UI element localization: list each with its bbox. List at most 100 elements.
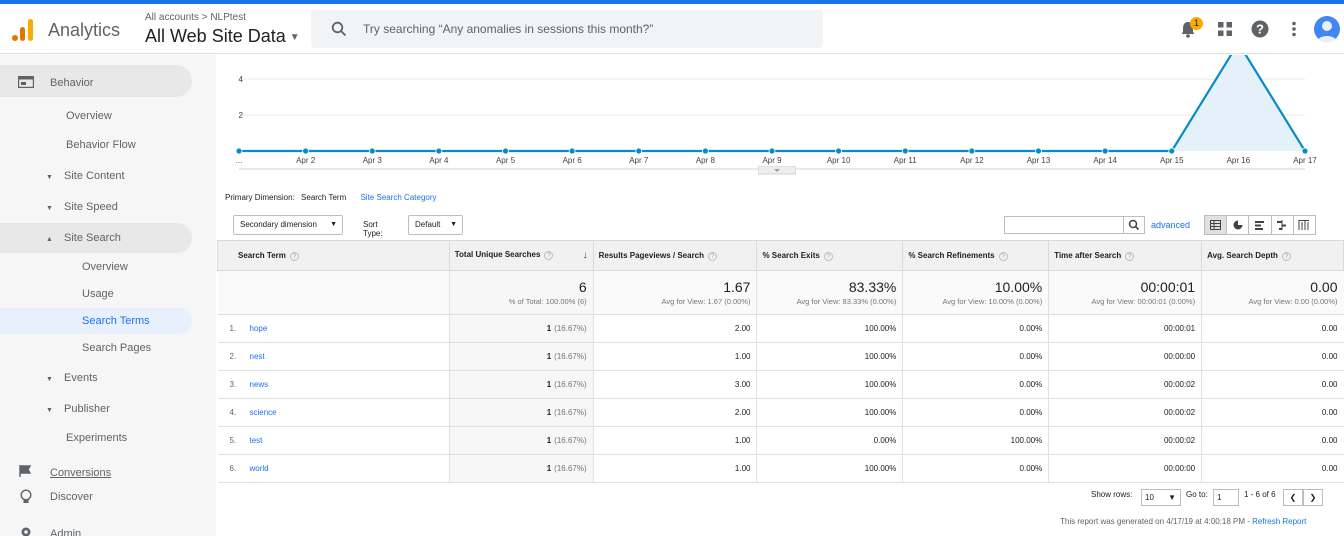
next-page-button[interactable]: ❯ (1303, 489, 1323, 506)
account-avatar[interactable] (1314, 16, 1340, 42)
row-number: 4. (229, 408, 237, 417)
results-pageviews-cell: 3.00 (592, 370, 757, 399)
col-search-refinements[interactable]: % Search Refinements? (902, 240, 1050, 271)
nav-site-speed[interactable]: ▼ Site Speed (46, 201, 118, 213)
help-icon[interactable]: ? (708, 251, 718, 261)
table-view-button[interactable] (1205, 216, 1228, 234)
totals-label-cell (217, 270, 450, 315)
search-refinements-cell: 0.00% (902, 398, 1049, 427)
apps-grid-icon[interactable] (1215, 19, 1235, 39)
show-rows-select[interactable]: 10 ▼ (1141, 489, 1181, 506)
col-results-pageviews-label: Results Pageviews / Search (598, 250, 705, 260)
help-icon[interactable]: ? (1125, 251, 1135, 261)
row-number: 1. (229, 324, 237, 333)
nav-publisher[interactable]: ▼ Publisher (46, 403, 110, 415)
nav-ss-overview[interactable]: Overview (82, 261, 128, 273)
search-input[interactable] (363, 20, 803, 38)
goto-page-input[interactable]: 1 (1213, 489, 1239, 506)
data-point (1101, 147, 1109, 155)
data-point (502, 147, 509, 155)
total-cell: 0.00 Avg for View: 0.00 (0.00%) (1201, 270, 1344, 315)
nav-behavior-flow[interactable]: Behavior Flow (66, 139, 136, 151)
table-filter-input[interactable] (1004, 216, 1124, 234)
col-results-pageviews[interactable]: Results Pageviews / Search? (592, 240, 758, 271)
nav-conversions[interactable]: Conversions (50, 467, 111, 479)
total-value: 83.33% (848, 279, 897, 295)
help-icon[interactable]: ? (1250, 19, 1270, 39)
gear-icon (21, 527, 31, 536)
nav-experiments[interactable]: Experiments (66, 432, 127, 444)
nav-site-search[interactable]: ▲ Site Search (46, 232, 121, 244)
analytics-logo-icon[interactable] (11, 17, 35, 41)
col-avg-search-depth[interactable]: Avg. Search Depth? (1201, 240, 1344, 271)
prev-page-button[interactable]: ❮ (1283, 489, 1303, 506)
search-term-cell: 6. world (217, 454, 450, 483)
table-filter-button[interactable] (1123, 216, 1145, 234)
sort-type-dropdown[interactable]: Default ▼ (408, 215, 463, 235)
nav-admin[interactable]: Admin (50, 528, 81, 536)
total-cell: 83.33% Avg for View: 83.33% (0.00%) (756, 270, 903, 315)
dropdown-arrow-icon: ▼ (450, 221, 457, 228)
refresh-report-link[interactable]: Refresh Report (1252, 517, 1306, 526)
nav-discover[interactable]: Discover (50, 491, 93, 503)
search-term-link[interactable]: nest (250, 352, 265, 361)
comparison-icon (1277, 220, 1287, 230)
search-exits-cell: 100.00% (756, 398, 903, 427)
col-search-exits[interactable]: % Search Exits? (756, 240, 904, 271)
x-tick-label: Apr 4 (429, 156, 449, 165)
more-vert-icon[interactable] (1284, 19, 1304, 39)
search-bar[interactable] (311, 10, 823, 48)
col-time-after-search[interactable]: Time after Search? (1048, 240, 1203, 271)
search-exits-cell: 0.00% (756, 426, 903, 455)
account-breadcrumb[interactable]: All accounts > NLPtest (145, 12, 246, 23)
search-term-link[interactable]: news (250, 380, 269, 389)
chart-resize-handle[interactable] (758, 166, 796, 175)
search-icon (331, 21, 347, 37)
nav-ss-search-pages[interactable]: Search Pages (82, 342, 151, 354)
search-term-link[interactable]: hope (250, 324, 268, 333)
pivot-view-button[interactable] (1294, 216, 1315, 234)
secondary-dimension-dropdown[interactable]: Secondary dimension ▼ (233, 215, 343, 235)
total-subtext: Avg for View: 1.67 (0.00%) (661, 297, 751, 306)
help-icon[interactable]: ? (823, 251, 833, 261)
x-tick-label: ... (236, 156, 243, 165)
search-term-link[interactable]: science (250, 408, 277, 417)
show-rows-value: 10 (1145, 493, 1154, 502)
dropdown-arrow-icon: ▼ (1168, 493, 1176, 502)
help-icon[interactable]: ? (1281, 251, 1291, 261)
help-icon[interactable]: ? (998, 251, 1008, 261)
page-range: 1 - 6 of 6 (1244, 490, 1276, 499)
search-term-link[interactable]: test (250, 436, 263, 445)
search-refinements-cell: 0.00% (902, 314, 1049, 343)
nav-events[interactable]: ▼ Events (46, 372, 98, 384)
nav-events-label: Events (64, 372, 98, 384)
col-search-term[interactable]: Search Term? (217, 240, 450, 271)
help-icon[interactable]: ? (289, 251, 299, 261)
performance-view-button[interactable] (1249, 216, 1272, 234)
col-total-unique-searches[interactable]: Total Unique Searches? ↓ (448, 240, 594, 271)
time-after-search-cell: 00:00:00 (1048, 454, 1202, 483)
pie-view-button[interactable] (1227, 216, 1250, 234)
table-row: 6. world 1 (16.67%) 1.00 100.00% 0.00% 00:… (217, 454, 1344, 483)
lightbulb-icon (20, 489, 32, 503)
search-term-link[interactable]: world (250, 464, 269, 473)
data-point (435, 147, 443, 155)
search-exits-cell: 100.00% (756, 454, 903, 483)
comparison-view-button[interactable] (1272, 216, 1294, 234)
dimension-site-search-category[interactable]: Site Search Category (360, 193, 436, 202)
help-icon[interactable]: ? (544, 251, 554, 260)
nav-ss-usage[interactable]: Usage (82, 288, 114, 300)
nav-site-content[interactable]: ▼ Site Content (46, 170, 125, 182)
results-pageviews-cell: 1.00 (592, 342, 757, 371)
chevron-left-icon: ❮ (1289, 493, 1297, 502)
nav-behavior[interactable]: Behavior (50, 77, 93, 89)
person-icon (1317, 21, 1337, 42)
advanced-filter-link[interactable]: advanced (1151, 220, 1190, 230)
nav-behavior-overview[interactable]: Overview (66, 110, 112, 122)
view-selector[interactable]: All Web Site Data ▼ (145, 26, 300, 47)
nav-site-speed-label: Site Speed (64, 201, 118, 213)
app-name[interactable]: Analytics (48, 20, 120, 41)
search-trend-chart: 2 4... Apr 2 Apr 3 Apr 4 Apr 5 Apr 6 Apr 7 Apr 8… (235, 55, 1317, 170)
row-number: 6. (229, 464, 237, 473)
nav-ss-search-terms[interactable]: Search Terms (82, 315, 150, 327)
